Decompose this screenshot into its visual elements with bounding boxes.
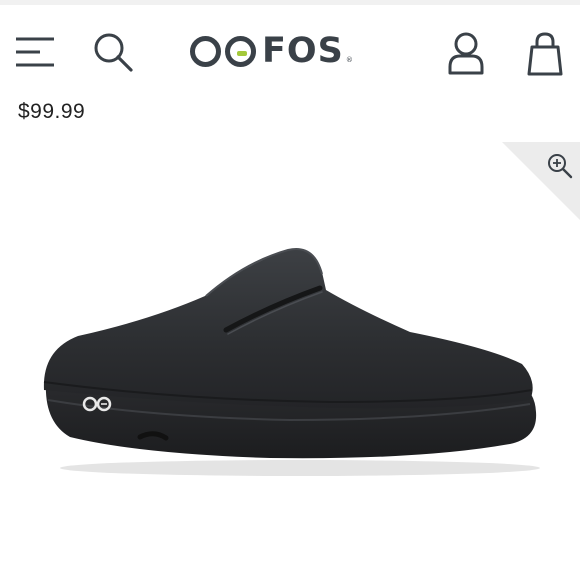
zoom-button[interactable] (546, 152, 574, 180)
logo-registered-mark: ® (345, 56, 354, 64)
site-header: FOS ® (0, 5, 580, 95)
menu-button[interactable] (14, 33, 56, 71)
logo-letter-o-accent (225, 35, 256, 67)
logo-letter-o (190, 35, 221, 67)
brand-logo[interactable]: FOS ® (190, 27, 390, 75)
clog-shoe-image (43, 248, 540, 476)
zoom-in-icon (548, 154, 573, 179)
user-icon (448, 32, 484, 75)
hamburger-menu-icon (16, 37, 54, 67)
cart-button[interactable] (526, 31, 564, 77)
search-icon (94, 33, 133, 72)
shopping-bag-icon (527, 32, 563, 76)
logo-letters: FOS (262, 31, 344, 71)
product-page: FOS ® $99.99 (0, 0, 580, 580)
search-button[interactable] (92, 31, 136, 75)
account-button[interactable] (446, 31, 486, 75)
product-price: $99.99 (18, 100, 86, 123)
